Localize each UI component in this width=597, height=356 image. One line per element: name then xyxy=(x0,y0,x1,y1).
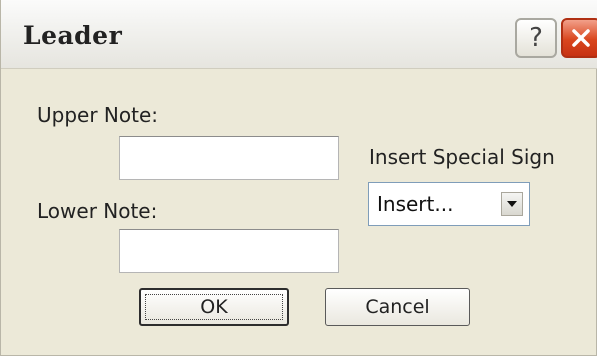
upper-note-label: Upper Note: xyxy=(37,103,158,127)
lower-note-input[interactable] xyxy=(119,229,339,273)
insert-special-sign-select[interactable]: Insert... xyxy=(368,182,530,226)
select-value: Insert... xyxy=(377,192,454,216)
lower-note-label: Lower Note: xyxy=(37,199,158,223)
leader-dialog: Leader ? Upper Note: Lower Note: Insert … xyxy=(0,0,597,356)
dropdown-arrow-button[interactable] xyxy=(501,192,523,216)
close-button[interactable] xyxy=(561,18,597,58)
dialog-title: Leader xyxy=(23,21,123,50)
question-mark-icon: ? xyxy=(529,23,543,53)
chevron-down-icon xyxy=(507,201,517,207)
cancel-button-label: Cancel xyxy=(365,296,430,318)
upper-note-input[interactable] xyxy=(119,136,339,180)
insert-special-sign-label: Insert Special Sign xyxy=(369,145,555,169)
focus-rectangle xyxy=(145,294,283,320)
close-x-icon xyxy=(572,29,590,47)
title-bar[interactable]: Leader ? xyxy=(1,0,597,69)
ok-button[interactable]: OK xyxy=(139,288,289,326)
help-button[interactable]: ? xyxy=(515,18,557,58)
cancel-button[interactable]: Cancel xyxy=(325,288,470,326)
